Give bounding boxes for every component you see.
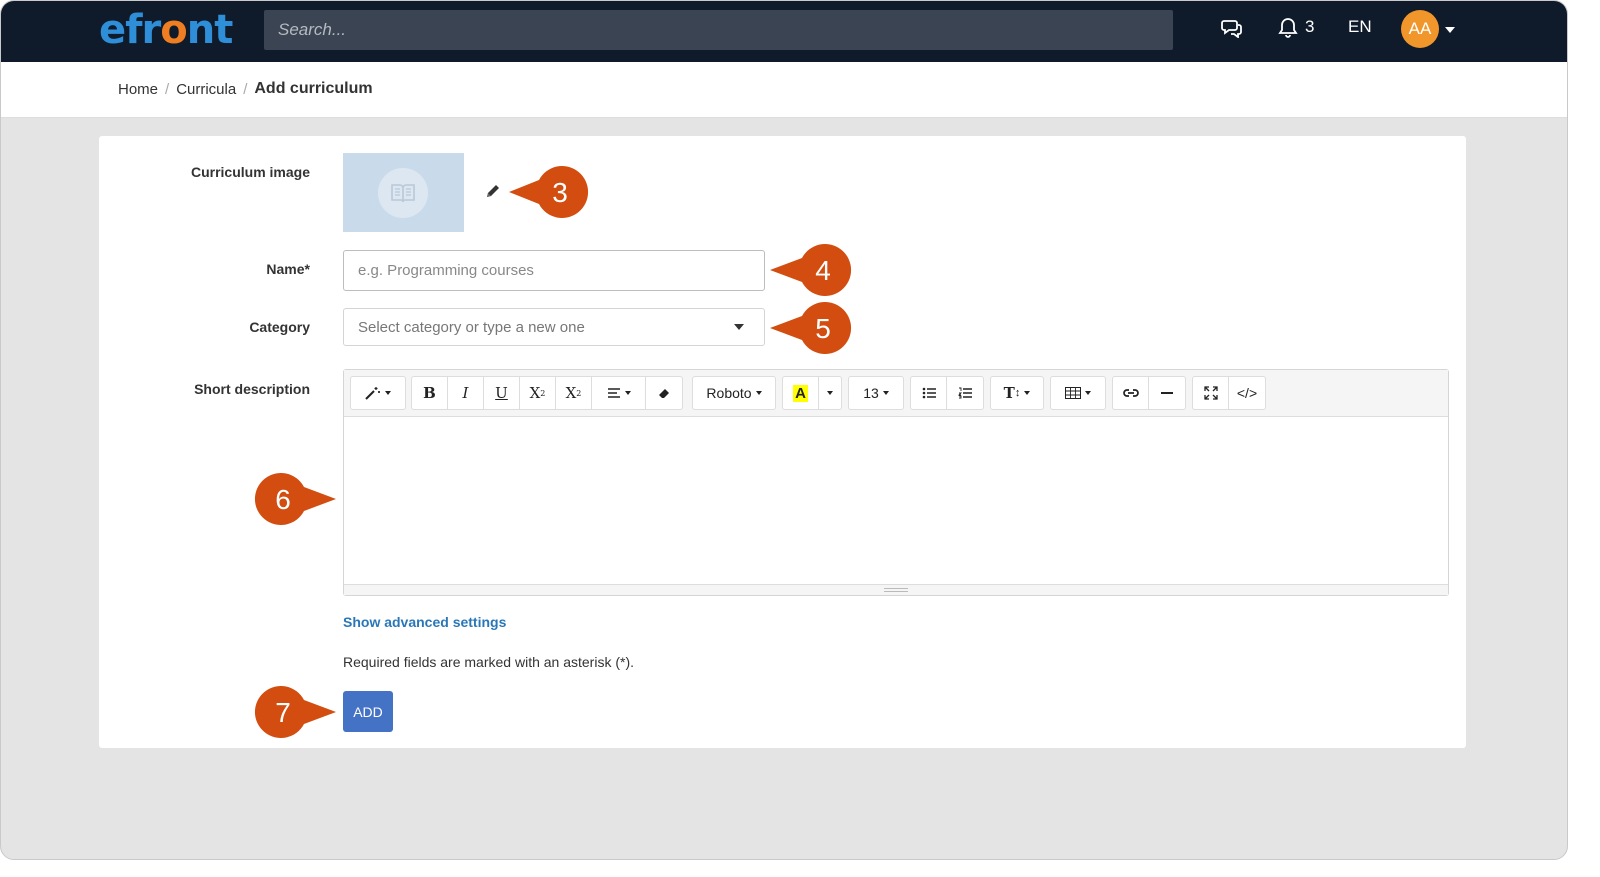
font-family-value: Roboto — [706, 385, 752, 401]
breadcrumb-bar: Home / Curricula / Add curriculum — [1, 62, 1567, 118]
callout-4: 4 — [770, 244, 852, 296]
text-height-icon[interactable]: T ↕ — [991, 377, 1043, 409]
breadcrumb: Home / Curricula / Add curriculum — [118, 80, 373, 98]
magic-wand-icon[interactable] — [351, 377, 405, 409]
eraser-icon[interactable] — [646, 377, 682, 409]
rich-text-editor: B I U X2 X2 Roboto A 13 T ↕ </> — [343, 369, 1449, 596]
table-group — [1050, 376, 1106, 410]
category-label: Category — [249, 319, 310, 335]
format-group: B I U X2 X2 — [411, 376, 683, 410]
breadcrumb-current: Add curriculum — [254, 80, 373, 97]
show-advanced-settings-link[interactable]: Show advanced settings — [343, 614, 506, 630]
logo-text-start: efr — [99, 7, 161, 53]
callout-7-number: 7 — [275, 697, 291, 728]
language-selector[interactable]: EN — [1348, 17, 1372, 37]
chat-icon[interactable] — [1221, 18, 1243, 43]
logo-text-o: o — [160, 7, 188, 53]
chevron-down-icon[interactable] — [819, 377, 841, 409]
italic-icon[interactable]: I — [448, 377, 484, 409]
notification-count[interactable]: 3 — [1305, 17, 1314, 37]
book-icon — [378, 168, 428, 218]
search-input[interactable] — [264, 10, 1173, 50]
bold-icon[interactable]: B — [412, 377, 448, 409]
category-select[interactable]: Select category or type a new one — [343, 308, 765, 346]
numbered-list-icon[interactable] — [947, 377, 983, 409]
code-view-icon[interactable]: </> — [1229, 377, 1265, 409]
style-group — [350, 376, 406, 410]
align-icon[interactable] — [592, 377, 646, 409]
required-fields-note: Required fields are marked with an aster… — [343, 654, 635, 670]
app-window: efront 3 EN AA Home / Curricula / Add cu… — [0, 0, 1568, 860]
description-editor-area[interactable] — [344, 417, 1448, 585]
superscript-icon[interactable]: X2 — [520, 377, 556, 409]
breadcrumb-home[interactable]: Home — [118, 81, 158, 98]
callout-6-number: 6 — [275, 484, 291, 515]
add-button[interactable]: ADD — [343, 691, 393, 732]
chevron-down-icon[interactable] — [734, 324, 744, 330]
efront-logo[interactable]: efront — [99, 7, 234, 53]
font-family-dropdown[interactable]: Roboto — [693, 377, 775, 409]
resize-grip-icon — [884, 588, 908, 592]
fontsize-group: 13 — [848, 376, 904, 410]
breadcrumb-curricula[interactable]: Curricula — [176, 81, 236, 98]
form-card: Curriculum image Name* Category Select c… — [99, 136, 1466, 748]
table-icon[interactable] — [1051, 377, 1105, 409]
link-icon[interactable] — [1113, 377, 1149, 409]
breadcrumb-separator: / — [243, 80, 248, 98]
list-group — [910, 376, 984, 410]
editor-resize-handle[interactable] — [344, 584, 1448, 595]
callout-4-number: 4 — [815, 255, 831, 286]
category-placeholder: Select category or type a new one — [358, 318, 585, 336]
fullscreen-icon[interactable] — [1193, 377, 1229, 409]
name-label: Name* — [266, 261, 310, 277]
color-group: A — [782, 376, 842, 410]
pencil-icon[interactable] — [485, 183, 501, 204]
short-description-label: Short description — [194, 381, 310, 397]
view-group: </> — [1192, 376, 1266, 410]
callout-3: 3 — [509, 166, 589, 218]
bullet-list-icon[interactable] — [911, 377, 947, 409]
subscript-icon[interactable]: X2 — [556, 377, 592, 409]
curriculum-image-label: Curriculum image — [190, 164, 310, 180]
editor-toolbar: B I U X2 X2 Roboto A 13 T ↕ </> — [344, 370, 1448, 417]
top-navbar: efront 3 EN AA — [1, 1, 1567, 62]
text-color-icon[interactable]: A — [783, 377, 819, 409]
callout-6: 6 — [254, 473, 336, 525]
breadcrumb-separator: / — [165, 80, 170, 98]
callout-5: 5 — [770, 302, 852, 354]
underline-icon[interactable]: U — [484, 377, 520, 409]
name-input[interactable] — [343, 250, 765, 291]
insert-group — [1112, 376, 1186, 410]
avatar[interactable]: AA — [1401, 10, 1439, 48]
curriculum-image-placeholder[interactable] — [343, 153, 464, 232]
bell-icon[interactable] — [1278, 17, 1298, 44]
logo-text-end: nt — [186, 7, 234, 53]
chevron-down-icon[interactable] — [1445, 27, 1455, 33]
font-size-dropdown[interactable]: 13 — [849, 377, 903, 409]
font-group: Roboto — [692, 376, 776, 410]
horizontal-rule-icon[interactable] — [1149, 377, 1185, 409]
font-size-value: 13 — [863, 385, 879, 401]
callout-3-number: 3 — [552, 177, 568, 208]
callout-5-number: 5 — [815, 313, 831, 344]
paragraph-group: T ↕ — [990, 376, 1044, 410]
callout-7: 7 — [254, 686, 336, 738]
